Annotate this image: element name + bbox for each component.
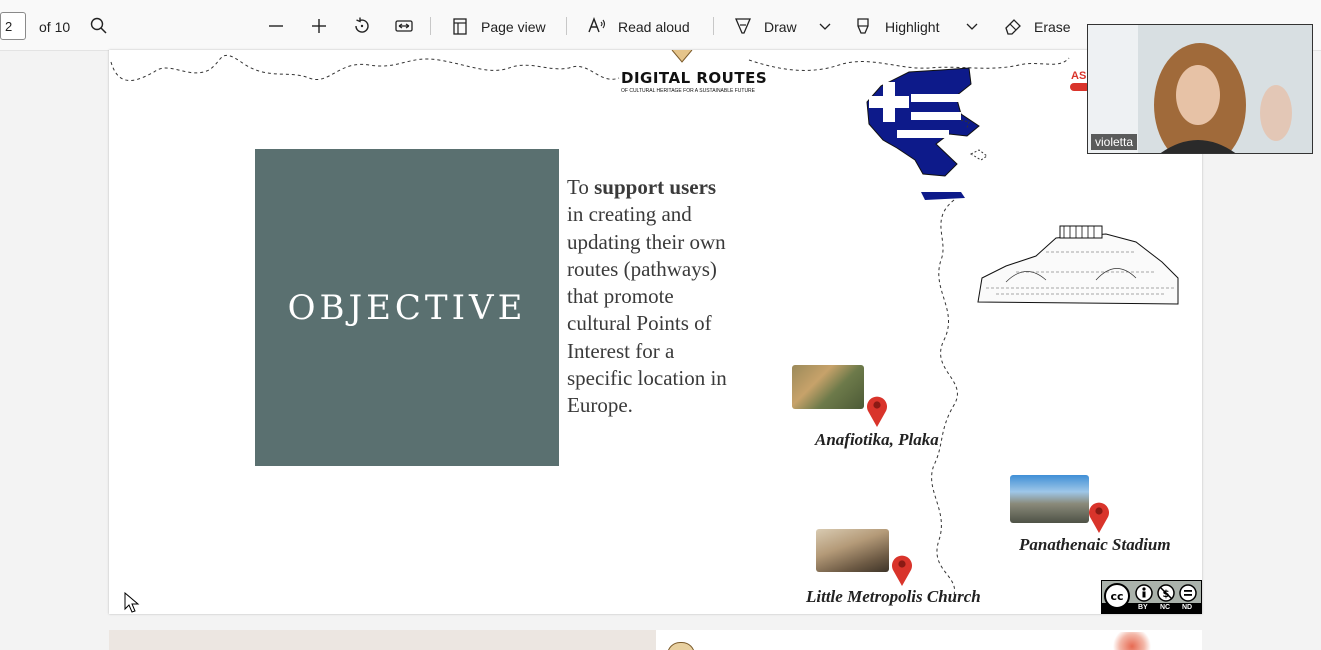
objective-text-bold: support users: [594, 175, 717, 199]
slide-page: DIGITAL ROUTES OF CULTURAL HERITAGE FOR …: [109, 50, 1202, 614]
next-slide-logo: [667, 642, 695, 650]
objective-title: OBJECTIVE: [287, 287, 527, 328]
participant-video-tile[interactable]: violetta: [1087, 24, 1313, 154]
objective-box: OBJECTIVE: [255, 149, 559, 466]
stadium-photo: [1010, 475, 1089, 523]
license-label-nd: ND: [1182, 604, 1193, 611]
participant-name-label: violetta: [1091, 134, 1138, 150]
map-pin-icon: [892, 555, 912, 586]
erase-button[interactable]: Erase: [1034, 19, 1071, 35]
location-caption: Anafiotika, Plaka: [815, 430, 939, 449]
greece-flag-map: [866, 67, 988, 200]
rotate-icon[interactable]: [352, 16, 372, 36]
corner-logo-fragment: AS: [1071, 70, 1087, 82]
anafiotika-photo: [792, 365, 864, 409]
logo-subtitle: OF CULTURAL HERITAGE FOR A SUSTAINABLE F…: [621, 88, 756, 94]
draw-icon[interactable]: [733, 16, 753, 36]
location-caption: Panathenaic Stadium: [1019, 535, 1171, 554]
map-pin-icon: [1089, 502, 1109, 533]
page-number-input[interactable]: 2: [0, 12, 26, 40]
page-view-button[interactable]: Page view: [481, 19, 546, 35]
chevron-down-icon[interactable]: [815, 16, 835, 36]
highlight-icon[interactable]: [853, 16, 873, 36]
objective-text: To support users in creating and updatin…: [567, 174, 737, 420]
map-pin-icon: [867, 396, 887, 427]
creative-commons-icon: cc $ BY NC ND: [1101, 580, 1202, 614]
search-icon[interactable]: [89, 16, 109, 36]
read-aloud-icon[interactable]: [587, 16, 607, 36]
objective-text-prefix: To: [567, 175, 595, 199]
toolbar-divider: [566, 17, 567, 35]
zoom-out-icon[interactable]: [266, 16, 286, 36]
logo-title: DIGITAL ROUTES: [621, 69, 768, 87]
digital-routes-logo-icon: [671, 50, 693, 63]
svg-text:cc: cc: [1110, 590, 1123, 603]
draw-button[interactable]: Draw: [764, 19, 797, 35]
objective-text-rest: in creating and updating their own route…: [567, 202, 727, 418]
page-total-label: of 10: [39, 19, 71, 35]
highlight-button[interactable]: Highlight: [885, 19, 939, 35]
read-aloud-button[interactable]: Read aloud: [618, 19, 690, 35]
chevron-down-icon[interactable]: [962, 16, 982, 36]
mouse-cursor-icon: [124, 592, 140, 613]
zoom-in-icon[interactable]: [309, 16, 329, 36]
license-label-nc: NC: [1160, 604, 1171, 611]
church-photo: [816, 529, 889, 572]
next-slide-accent: [1109, 632, 1155, 650]
next-slide-page: [109, 630, 1202, 650]
fit-width-icon[interactable]: [394, 16, 414, 36]
license-label-by: BY: [1138, 604, 1148, 611]
page-view-icon[interactable]: [450, 16, 470, 36]
toolbar-divider: [430, 17, 431, 35]
next-slide-left-panel: [109, 630, 656, 650]
toolbar-divider: [713, 17, 714, 35]
location-caption: Little Metropolis Church: [806, 587, 981, 606]
acropolis-sketch: [977, 225, 1179, 305]
erase-icon[interactable]: [1003, 16, 1023, 36]
